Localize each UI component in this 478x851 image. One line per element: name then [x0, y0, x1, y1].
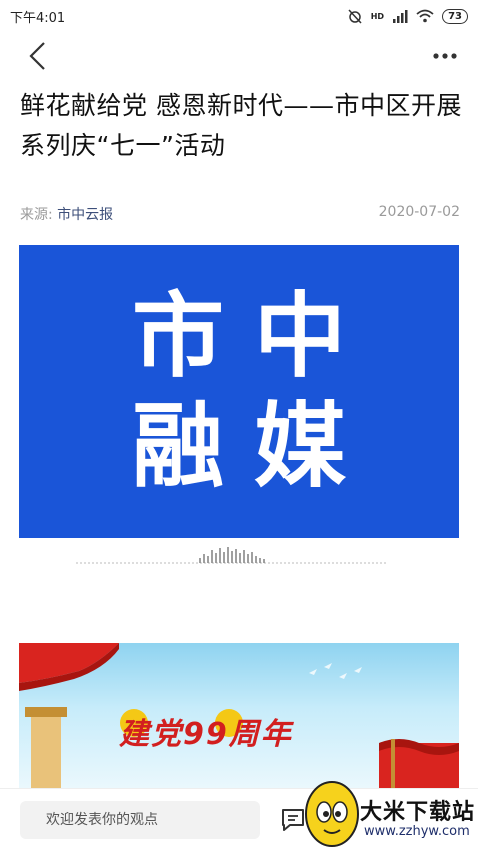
- source-name[interactable]: 市中云报: [57, 207, 113, 223]
- hd-label: HD: [370, 11, 385, 21]
- chevron-left-icon[interactable]: [26, 40, 50, 72]
- battery-indicator: 73: [442, 8, 468, 24]
- watermark-url: www.zzhyw.com: [364, 824, 470, 839]
- mascot-logo-icon: [305, 781, 359, 847]
- comment-input[interactable]: [20, 801, 260, 839]
- status-time: 下午4:01: [10, 10, 66, 26]
- watermark-title: 大米下载站: [360, 800, 476, 825]
- nav-bar: [0, 34, 478, 78]
- wifi-icon: [416, 9, 434, 23]
- video-cover-banner[interactable]: 市中 融媒: [19, 245, 459, 538]
- poster-caption: 建党99周年: [119, 717, 293, 752]
- publish-date: 2020-07-02: [378, 204, 460, 220]
- source-label: 来源:: [20, 207, 58, 223]
- status-bar: 下午4:01 HD 73: [0, 0, 478, 32]
- banner-line-1: 市中: [131, 282, 376, 390]
- audio-waveform-icon: [76, 547, 388, 564]
- site-watermark: 大米下载站 www.zzhyw.com: [296, 770, 478, 850]
- more-horizontal-icon[interactable]: [432, 48, 458, 64]
- anniversary-poster-image[interactable]: 建党99周年: [19, 643, 459, 788]
- status-icons: HD 73: [347, 8, 468, 24]
- signal-icon: [393, 10, 408, 23]
- banner-line-2: 融媒: [131, 392, 376, 500]
- article-title: 鲜花献给党 感恩新时代——市中区开展系列庆“七一”活动: [20, 91, 462, 160]
- banner-text: 市中 融媒: [19, 245, 459, 538]
- alarm-off-icon: [348, 9, 362, 24]
- article-meta: 来源: 市中云报 2020-07-02: [20, 204, 460, 226]
